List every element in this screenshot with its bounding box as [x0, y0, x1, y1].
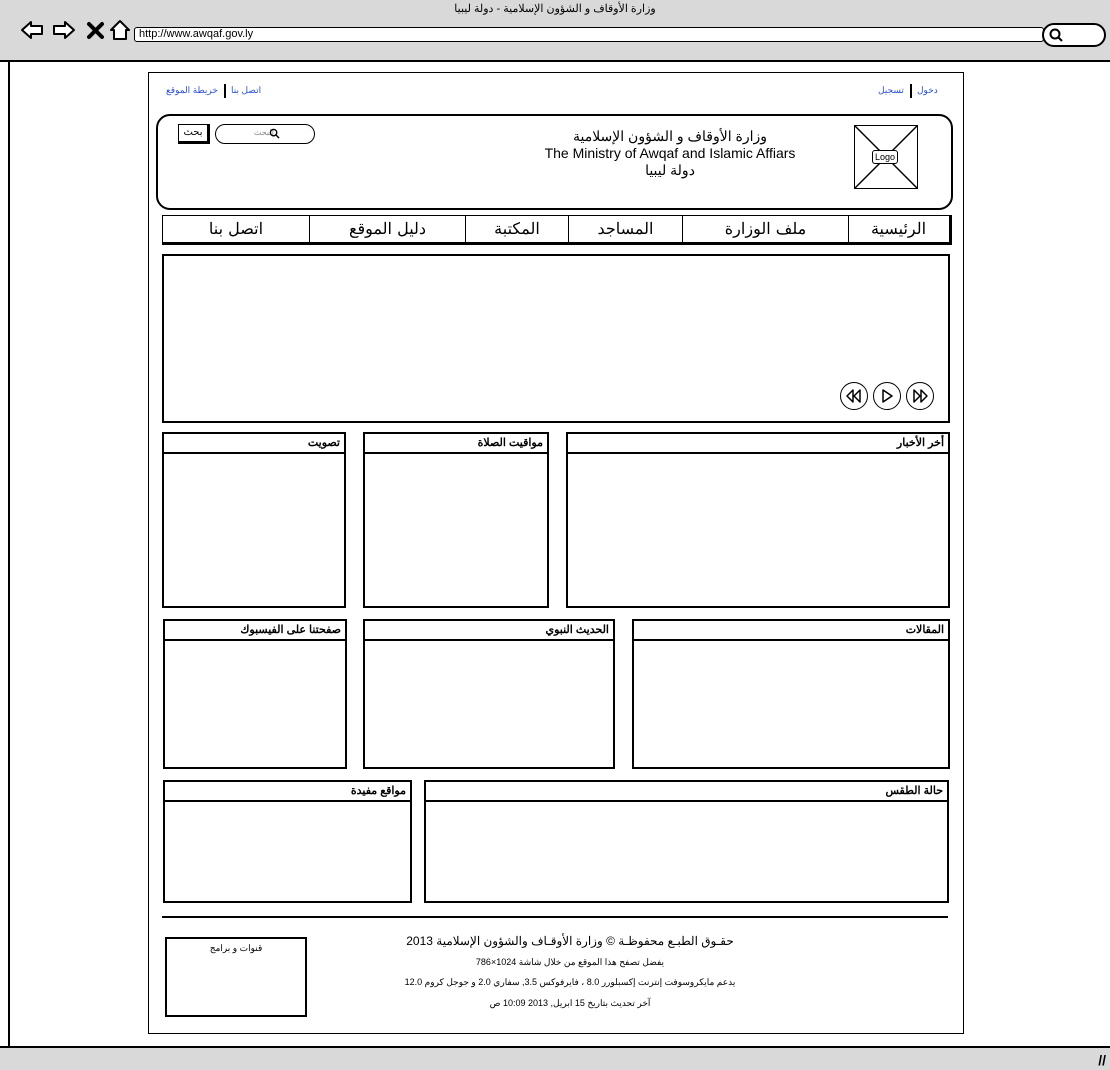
site-search-input[interactable]: البحث: [215, 124, 315, 144]
panel-title: أخر الأخبار: [568, 434, 948, 454]
channels-box[interactable]: قنوات و برامج: [165, 937, 307, 1017]
panel-title: حالة الطقس: [426, 782, 947, 802]
footer-divider: [162, 916, 948, 918]
nav-item-library[interactable]: المكتبة: [465, 216, 568, 242]
forward-arrow-icon[interactable]: [52, 18, 76, 42]
poll-panel: تصويت: [162, 432, 346, 608]
news-panel: أخر الأخبار: [566, 432, 950, 608]
site-title-english: The Ministry of Awqaf and Islamic Affiar…: [544, 145, 796, 161]
prayer-times-panel: مواقيت الصلاة: [363, 432, 549, 608]
main-nav: اتصل بنا دليل الموقع المكتبة المساجد ملف…: [162, 215, 952, 245]
play-icon[interactable]: [873, 382, 901, 410]
search-icon: [269, 128, 280, 139]
channels-label: قنوات و برامج: [209, 943, 263, 953]
window-title: وزارة الأوقاف و الشؤون الإسلامية - دولة …: [454, 3, 656, 15]
panel-title: مواقع مفيدة: [165, 782, 410, 802]
close-x-icon[interactable]: [84, 18, 108, 42]
top-link-separator: [224, 84, 226, 98]
back-arrow-icon[interactable]: [20, 18, 44, 42]
logo[interactable]: Logo: [854, 125, 918, 189]
search-button[interactable]: بحث: [178, 124, 210, 144]
image-slider: [162, 254, 950, 423]
panel-title: تصويت: [164, 434, 344, 454]
nav-item-mosques[interactable]: المساجد: [568, 216, 682, 242]
search-icon: [1049, 28, 1063, 42]
status-bar: //: [0, 1046, 1110, 1070]
resize-grip-icon[interactable]: //: [1098, 1052, 1106, 1068]
nav-item-ministry-profile[interactable]: ملف الوزارة: [682, 216, 848, 242]
url-bar[interactable]: http://www.awqaf.gov.ly: [134, 27, 1044, 42]
logo-label: Logo: [872, 150, 899, 164]
home-icon[interactable]: [108, 18, 132, 42]
site-title: وزارة الأوقاف و الشؤون الإسلامية The Min…: [480, 128, 860, 179]
panel-title: مواقيت الصلاة: [365, 434, 547, 454]
panel-title: المقالات: [634, 621, 948, 641]
rewind-icon[interactable]: [840, 382, 868, 410]
site-country: دولة ليبيا: [645, 162, 695, 178]
weather-panel: حالة الطقس: [424, 780, 949, 903]
top-link-register[interactable]: تسجيل: [878, 85, 904, 96]
footer-browsers: يدعم مايكروسوفت إنترنت إكسبلورر 8.0 ، فا…: [404, 977, 736, 987]
fast-forward-icon[interactable]: [906, 382, 934, 410]
footer-resolution: يفضل تصفح هذا الموقع من خلال شاشة 1024×7…: [475, 957, 665, 967]
hadith-panel: الحديث النبوي: [363, 619, 615, 769]
nav-item-site-guide[interactable]: دليل الموقع: [309, 216, 465, 242]
useful-sites-panel: مواقع مفيدة: [163, 780, 412, 903]
top-link-separator: [910, 84, 912, 98]
footer-copyright: حقـوق الطبـع محفوظـة © وزارة الأوقـاف وا…: [406, 934, 734, 948]
panel-title: الحديث النبوي: [365, 621, 613, 641]
top-link-login[interactable]: دخول: [917, 85, 938, 96]
site-title-arabic: وزارة الأوقاف و الشؤون الإسلامية: [572, 128, 768, 144]
nav-item-home[interactable]: الرئيسية: [848, 216, 948, 242]
top-link-sitemap[interactable]: خريطة الموقع: [166, 85, 218, 96]
articles-panel: المقالات: [632, 619, 950, 769]
browser-search-button[interactable]: [1042, 23, 1106, 47]
footer-last-updated: آخر تحديث بتاريخ 15 ابريل, 2013 10:09 ص: [489, 998, 651, 1008]
top-link-contact[interactable]: اتصل بنا: [231, 85, 261, 96]
facebook-panel: صفحتنا على الفيسبوك: [163, 619, 347, 769]
panel-title: صفحتنا على الفيسبوك: [165, 621, 345, 641]
nav-item-contact[interactable]: اتصل بنا: [163, 216, 309, 242]
